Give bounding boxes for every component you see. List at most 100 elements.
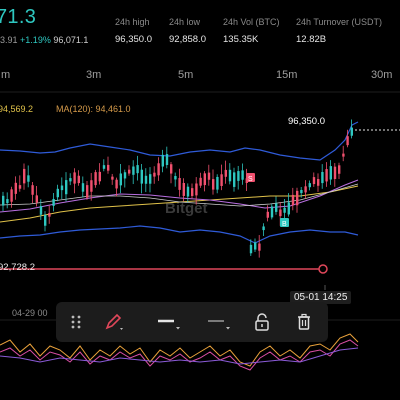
candle-body bbox=[283, 207, 286, 213]
oscillator-pink-line bbox=[0, 339, 359, 371]
candle-body bbox=[279, 209, 282, 217]
buy-marker-label: B bbox=[282, 221, 287, 228]
candle-body bbox=[325, 169, 328, 182]
oscillator-purple-line bbox=[0, 347, 359, 365]
candle-body bbox=[77, 175, 80, 184]
candle-body bbox=[317, 179, 320, 186]
high-price-tag: 96,350.0 bbox=[285, 115, 328, 128]
sell-marker-label: S bbox=[248, 176, 253, 183]
candle-body bbox=[27, 175, 30, 182]
candle-body bbox=[220, 174, 223, 186]
candle-body bbox=[48, 213, 51, 217]
candle-body bbox=[195, 183, 198, 196]
drag-handle-icon[interactable] bbox=[66, 312, 86, 332]
candle-body bbox=[338, 165, 341, 174]
dashed-line-icon[interactable] bbox=[206, 312, 232, 332]
candle-body bbox=[300, 189, 303, 194]
candle-body bbox=[258, 243, 261, 251]
candle-body bbox=[308, 183, 311, 188]
trash-icon[interactable] bbox=[294, 312, 314, 332]
candle-body bbox=[69, 178, 72, 182]
candle-body bbox=[56, 188, 59, 198]
candle-body bbox=[115, 179, 118, 189]
candle-body bbox=[270, 206, 274, 218]
candle-body bbox=[312, 177, 316, 185]
candle-body bbox=[65, 180, 68, 195]
candle-body bbox=[191, 188, 194, 196]
candle-body bbox=[81, 183, 85, 192]
line-handle[interactable] bbox=[318, 264, 328, 274]
candle-body bbox=[207, 172, 211, 180]
candle-body bbox=[132, 166, 135, 175]
candle-body bbox=[153, 172, 156, 177]
candle-body bbox=[254, 242, 257, 250]
candle-body bbox=[23, 168, 26, 184]
candle-body bbox=[107, 164, 110, 171]
candle-body bbox=[119, 173, 122, 186]
candle-body bbox=[228, 169, 232, 182]
candle-body bbox=[216, 176, 219, 190]
candle-body bbox=[44, 214, 47, 226]
candle-body bbox=[2, 195, 5, 206]
low-price-tag: 92,728.2 bbox=[0, 262, 35, 273]
candle-body bbox=[224, 169, 227, 177]
candle-body bbox=[14, 182, 17, 194]
candle-body bbox=[291, 194, 295, 206]
candle-body bbox=[149, 174, 152, 184]
candle-body bbox=[86, 185, 89, 198]
candle-body bbox=[174, 176, 177, 180]
candle-body bbox=[140, 169, 143, 184]
candle-body bbox=[170, 164, 173, 174]
candles-group bbox=[2, 119, 353, 258]
candle-body bbox=[333, 166, 337, 180]
candle-body bbox=[60, 185, 64, 191]
axis-date-label: 04-29 00 bbox=[12, 308, 48, 318]
candle-body bbox=[128, 169, 131, 174]
candle-body bbox=[350, 127, 353, 136]
candle-body bbox=[102, 165, 106, 169]
candle-body bbox=[10, 189, 13, 202]
candle-body bbox=[31, 185, 34, 195]
candle-body bbox=[287, 202, 290, 215]
candle-body bbox=[161, 154, 164, 167]
candle-body bbox=[6, 199, 9, 204]
candle-body bbox=[111, 176, 114, 180]
candle-body bbox=[266, 211, 269, 218]
candle-body bbox=[123, 172, 127, 179]
candle-body bbox=[73, 172, 76, 184]
candle-body bbox=[237, 171, 240, 181]
line-style-icon[interactable] bbox=[156, 312, 182, 332]
candle-body bbox=[18, 185, 22, 189]
candle-body bbox=[329, 166, 332, 180]
candle-body bbox=[249, 244, 253, 254]
candle-body bbox=[233, 172, 236, 187]
candle-body bbox=[144, 175, 148, 184]
candle-body bbox=[212, 179, 215, 190]
drawing-toolbar bbox=[56, 302, 328, 342]
candle-body bbox=[304, 186, 307, 193]
candle-body bbox=[39, 206, 43, 215]
candle-body bbox=[321, 172, 324, 184]
pencil-icon[interactable] bbox=[104, 312, 124, 332]
candle-body bbox=[346, 136, 349, 146]
candle-body bbox=[165, 154, 169, 165]
candle-body bbox=[52, 198, 55, 206]
candle-body bbox=[203, 173, 206, 186]
candle-body bbox=[199, 177, 202, 186]
candle-body bbox=[157, 163, 160, 176]
candle-body bbox=[98, 171, 101, 182]
lock-icon[interactable] bbox=[252, 312, 272, 332]
candle-body bbox=[35, 195, 38, 203]
bollinger-lower-band bbox=[0, 225, 359, 244]
candle-body bbox=[186, 186, 190, 197]
candle-body bbox=[241, 170, 244, 180]
candle-body bbox=[342, 153, 345, 157]
candle-body bbox=[94, 172, 97, 186]
candle-body bbox=[178, 177, 181, 190]
candle-body bbox=[296, 190, 299, 206]
candle-body bbox=[262, 226, 265, 231]
candle-body bbox=[275, 203, 278, 212]
candle-body bbox=[182, 182, 185, 196]
candle-body bbox=[136, 165, 139, 174]
candle-body bbox=[90, 180, 93, 192]
